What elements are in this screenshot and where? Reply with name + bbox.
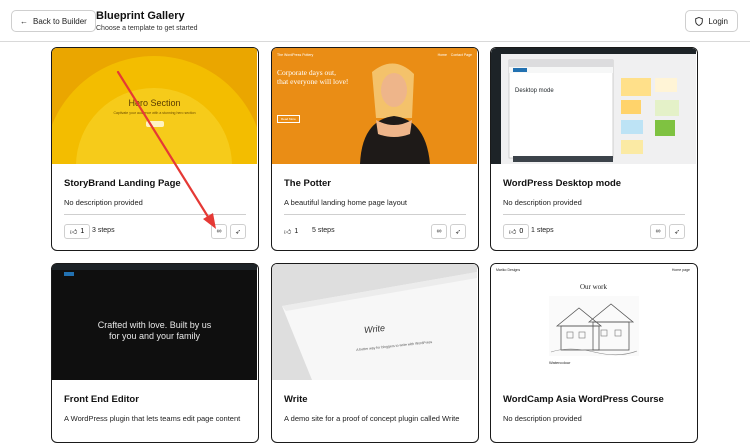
blueprint-card-wordcamp-asia[interactable]: Mariko Designs Home page Our work Waterc… bbox=[490, 263, 698, 443]
preview-link-button[interactable]: ∞ bbox=[431, 224, 447, 239]
launch-button[interactable]: ➶ bbox=[669, 224, 685, 239]
card-title: Write bbox=[284, 394, 308, 405]
thumbs-up-filled-icon: 👍︎ bbox=[284, 229, 292, 236]
card-description: No description provided bbox=[503, 198, 582, 207]
thumb-heading: Hero Section bbox=[128, 98, 181, 108]
like-button[interactable]: 👍︎ 0 bbox=[503, 224, 530, 239]
link-icon: ∞ bbox=[655, 228, 661, 235]
like-count: 0 bbox=[519, 228, 524, 235]
top-bar: ← Back to Builder Blueprint Gallery Choo… bbox=[0, 0, 750, 42]
steps-count: 1 steps bbox=[531, 227, 554, 234]
login-button[interactable]: Login bbox=[685, 10, 738, 32]
like-count: 1 bbox=[80, 228, 85, 235]
blueprint-card-storybrand[interactable]: Hero Section Captivate your audience wit… bbox=[51, 47, 259, 251]
thumb-heading: Our work bbox=[579, 283, 608, 291]
thumbs-up-icon: 👍︎ bbox=[509, 229, 517, 236]
card-description: No description provided bbox=[503, 414, 582, 423]
thumb-heading: Crafted with love. Built by us for you a… bbox=[97, 320, 212, 341]
thumbs-up-icon: 👍︎ bbox=[70, 229, 78, 236]
launch-button[interactable]: ➶ bbox=[230, 224, 246, 239]
blueprint-card-write[interactable]: Write A better way for bloggers to write… bbox=[271, 263, 479, 443]
like-count: 1 bbox=[294, 228, 299, 235]
like-indicator[interactable]: 👍︎ 1 bbox=[284, 224, 298, 239]
launch-button[interactable]: ➶ bbox=[450, 224, 466, 239]
thumb-button: Read More bbox=[277, 115, 300, 123]
rocket-icon: ➶ bbox=[455, 228, 461, 236]
link-icon: ∞ bbox=[216, 228, 222, 235]
shield-icon bbox=[695, 16, 704, 26]
thumb-nav: Home page bbox=[671, 268, 690, 272]
thumb-button bbox=[146, 121, 164, 127]
card-title: Front End Editor bbox=[64, 394, 139, 405]
card-footer: 👍︎ 0 1 steps ∞ ➶ bbox=[503, 224, 685, 240]
card-divider bbox=[64, 214, 246, 215]
thumb-brand: The WordPress Pottery bbox=[277, 53, 314, 57]
steps-count: 3 steps bbox=[92, 227, 115, 234]
rocket-icon: ➶ bbox=[674, 228, 680, 236]
rocket-icon: ➶ bbox=[235, 228, 241, 236]
login-label: Login bbox=[708, 16, 728, 26]
page-title: Blueprint Gallery bbox=[96, 10, 185, 22]
card-description: A beautiful landing home page layout bbox=[284, 198, 408, 207]
thumb-heading: Corporate days out, that everyone will l… bbox=[277, 68, 349, 86]
page-subtitle: Choose a template to get started bbox=[96, 25, 198, 32]
card-title: The Potter bbox=[284, 178, 331, 189]
link-icon: ∞ bbox=[436, 228, 442, 235]
card-title: WordPress Desktop mode bbox=[503, 178, 622, 189]
card-divider bbox=[284, 214, 466, 215]
card-thumbnail: The WordPress Pottery Home Contact Page … bbox=[272, 48, 477, 164]
card-title: StoryBrand Landing Page bbox=[64, 178, 181, 189]
blueprint-card-desktop-mode[interactable]: Desktop mode WordPress Desktop mode No d… bbox=[490, 47, 698, 251]
preview-link-button[interactable]: ∞ bbox=[650, 224, 666, 239]
card-thumbnail: Crafted with love. Built by us for you a… bbox=[52, 264, 257, 380]
thumb-text: Captivate your audience with a stunning … bbox=[113, 111, 196, 115]
card-description: A WordPress plugin that lets teams edit … bbox=[64, 414, 241, 423]
back-to-builder-button[interactable]: ← Back to Builder bbox=[11, 10, 96, 32]
card-title: WordCamp Asia WordPress Course bbox=[503, 394, 664, 405]
card-footer: 👍︎ 1 3 steps ∞ ➶ bbox=[64, 224, 246, 240]
thumb-caption: Watercolour bbox=[549, 360, 571, 365]
card-divider bbox=[503, 214, 685, 215]
card-description: No description provided bbox=[64, 198, 143, 207]
card-thumbnail: Hero Section Captivate your audience wit… bbox=[52, 48, 257, 164]
arrow-left-icon: ← bbox=[20, 16, 28, 26]
card-thumbnail: Mariko Designs Home page Our work Waterc… bbox=[491, 264, 696, 380]
like-button[interactable]: 👍︎ 1 bbox=[64, 224, 91, 239]
card-footer: 👍︎ 1 5 steps ∞ ➶ bbox=[284, 224, 466, 240]
card-description: A demo site for a proof of concept plugi… bbox=[284, 414, 460, 423]
blueprint-card-front-end-editor[interactable]: Crafted with love. Built by us for you a… bbox=[51, 263, 259, 443]
house-sketch-illustration bbox=[549, 296, 639, 356]
thumb-brand: Mariko Designs bbox=[496, 268, 521, 272]
thumb-nav: Home Contact Page bbox=[437, 53, 472, 57]
card-thumbnail: Desktop mode bbox=[491, 48, 696, 164]
back-button-label: Back to Builder bbox=[33, 16, 87, 26]
blueprint-card-the-potter[interactable]: The WordPress Pottery Home Contact Page … bbox=[271, 47, 479, 251]
thumb-heading: Desktop mode bbox=[515, 88, 554, 94]
card-thumbnail: Write A better way for bloggers to write… bbox=[272, 264, 477, 380]
preview-link-button[interactable]: ∞ bbox=[211, 224, 227, 239]
steps-count: 5 steps bbox=[312, 227, 335, 234]
